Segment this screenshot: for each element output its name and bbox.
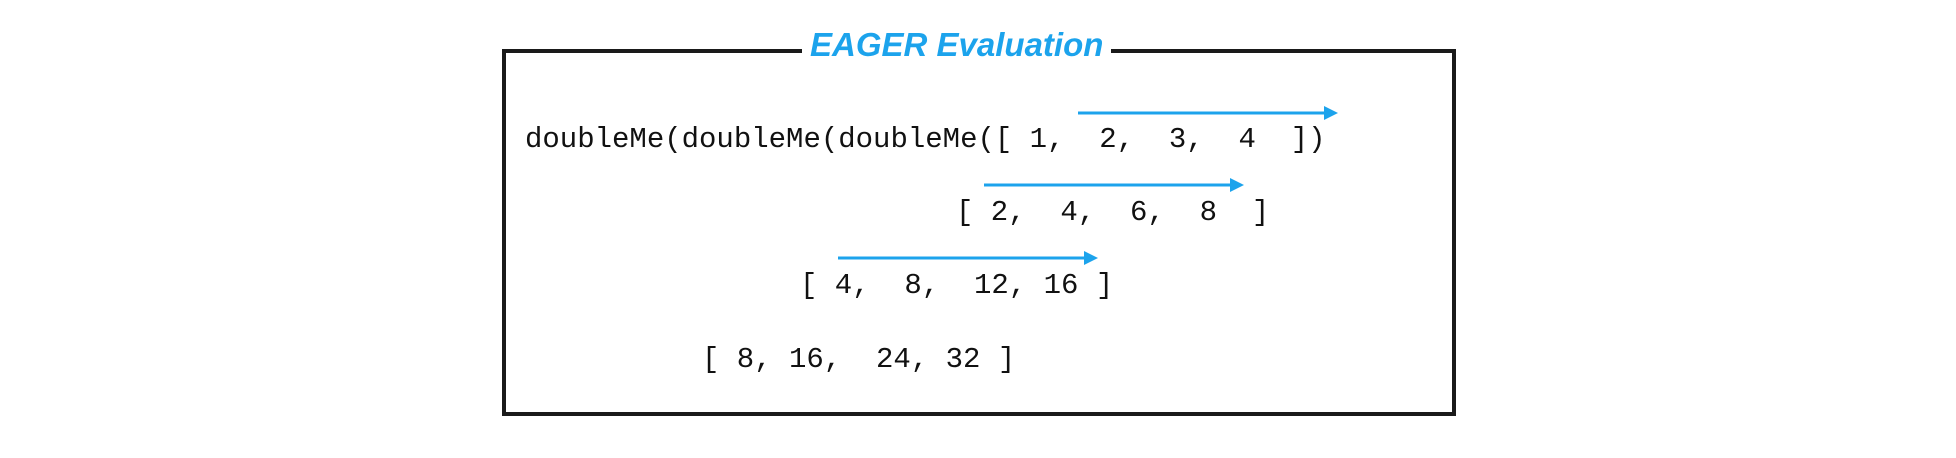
arrow-1-head [1324,106,1338,120]
arrow-3-head [1084,251,1098,265]
code-line-3: [ 4, 8, 12, 16 ] [800,269,1114,302]
code-line-2: [ 2, 4, 6, 8 ] [956,196,1270,229]
arrow-2-head [1230,178,1244,192]
code-line-1: doubleMe(doubleMe(doubleMe([ 1, 2, 3, 4 … [525,123,1326,156]
code-line-4: [ 8, 16, 24, 32 ] [702,343,1016,376]
